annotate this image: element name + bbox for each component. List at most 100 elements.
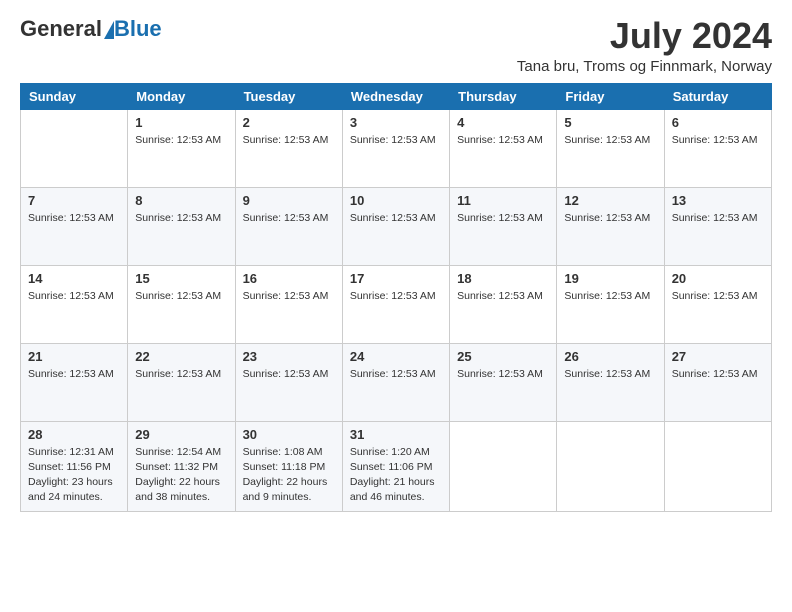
day-info: Sunrise: 12:53 AM [457,367,549,382]
calendar-cell: 7 Sunrise: 12:53 AM [21,187,128,265]
day-info: Sunrise: 12:53 AM [243,367,335,382]
day-info: Sunrise: 12:53 AM [672,289,764,304]
month-year-title: July 2024 [517,16,772,56]
calendar-cell: 2 Sunrise: 12:53 AM [235,109,342,187]
weekday-header-monday: Monday [128,83,235,109]
day-info: Sunrise: 12:53 AM [243,133,335,148]
day-info: Sunrise: 12:53 AM [564,211,656,226]
day-info: Sunrise: 12:53 AM [350,211,442,226]
calendar-cell [664,421,771,511]
calendar-cell [450,421,557,511]
calendar-cell: 30Sunrise: 1:08 AMSunset: 11:18 PMDaylig… [235,421,342,511]
day-info: Sunrise: 12:53 AM [350,133,442,148]
day-number: 26 [564,349,656,364]
calendar-cell: 15Sunrise: 12:53 AM [128,265,235,343]
day-number: 2 [243,115,335,130]
calendar-week-row: 14Sunrise: 12:53 AM15Sunrise: 12:53 AM16… [21,265,772,343]
weekday-header-sunday: Sunday [21,83,128,109]
day-info: Sunrise: 12:53 AM [564,289,656,304]
day-info: Sunrise: 12:53 AM [457,133,549,148]
day-info: Sunrise: 12:31 AMSunset: 11:56 PMDayligh… [28,445,120,506]
day-number: 23 [243,349,335,364]
day-number: 28 [28,427,120,442]
day-number: 6 [672,115,764,130]
day-info: Sunrise: 12:53 AM [28,289,120,304]
day-number: 4 [457,115,549,130]
calendar-cell: 5 Sunrise: 12:53 AM [557,109,664,187]
day-number: 14 [28,271,120,286]
day-info: Sunrise: 12:53 AM [28,367,120,382]
day-number: 1 [135,115,227,130]
calendar-cell: 16Sunrise: 12:53 AM [235,265,342,343]
calendar-week-row: 21Sunrise: 12:53 AM22Sunrise: 12:53 AM23… [21,343,772,421]
calendar-cell: 9Sunrise: 12:53 AM [235,187,342,265]
calendar-cell [557,421,664,511]
day-number: 5 [564,115,656,130]
day-number: 18 [457,271,549,286]
logo-general: General [20,16,102,42]
day-info: Sunrise: 12:53 AM [28,211,120,226]
day-number: 17 [350,271,442,286]
day-number: 29 [135,427,227,442]
calendar-cell: 8 Sunrise: 12:53 AM [128,187,235,265]
title-area: July 2024 Tana bru, Troms og Finnmark, N… [517,16,772,75]
day-info: Sunrise: 12:53 AM [243,289,335,304]
weekday-header-thursday: Thursday [450,83,557,109]
logo-arrow-icon [104,21,114,39]
day-info: Sunrise: 12:54 AMSunset: 11:32 PMDayligh… [135,445,227,506]
day-number: 19 [564,271,656,286]
day-number: 24 [350,349,442,364]
calendar-week-row: 7Sunrise: 12:53 AM8Sunrise: 12:53 AM9Sun… [21,187,772,265]
calendar-cell: 27Sunrise: 12:53 AM [664,343,771,421]
weekday-header-tuesday: Tuesday [235,83,342,109]
calendar-cell: 31Sunrise: 1:20 AMSunset: 11:06 PMDaylig… [342,421,449,511]
calendar-cell: 22 Sunrise: 12:53 AM [128,343,235,421]
calendar-cell: 23 Sunrise: 12:53 AM [235,343,342,421]
calendar-cell: 17 Sunrise: 12:53 AM [342,265,449,343]
logo-blue: Blue [114,16,162,42]
calendar-cell: 4 Sunrise: 12:53 AM [450,109,557,187]
day-info: Sunrise: 1:08 AMSunset: 11:18 PMDaylight… [243,445,335,506]
day-number: 8 [135,193,227,208]
day-info: Sunrise: 12:53 AM [457,211,549,226]
day-number: 21 [28,349,120,364]
weekday-header-wednesday: Wednesday [342,83,449,109]
calendar-cell: 12Sunrise: 12:53 AM [557,187,664,265]
day-info: Sunrise: 12:53 AM [672,133,764,148]
logo: General Blue [20,16,162,42]
day-info: Sunrise: 1:20 AMSunset: 11:06 PMDaylight… [350,445,442,506]
day-info: Sunrise: 12:53 AM [350,289,442,304]
day-info: Sunrise: 12:53 AM [135,133,227,148]
day-number: 9 [243,193,335,208]
day-info: Sunrise: 12:53 AM [135,367,227,382]
day-number: 3 [350,115,442,130]
calendar-cell [21,109,128,187]
day-number: 25 [457,349,549,364]
day-number: 20 [672,271,764,286]
day-info: Sunrise: 12:53 AM [135,211,227,226]
calendar-week-row: 28 Sunrise: 12:31 AMSunset: 11:56 PMDayli… [21,421,772,511]
calendar-cell: 10Sunrise: 12:53 AM [342,187,449,265]
calendar-cell: 29 Sunrise: 12:54 AMSunset: 11:32 PMDayli… [128,421,235,511]
calendar-cell: 18Sunrise: 12:53 AM [450,265,557,343]
calendar-cell: 24 Sunrise: 12:53 AM [342,343,449,421]
day-number: 27 [672,349,764,364]
calendar-cell: 19 Sunrise: 12:53 AM [557,265,664,343]
calendar-cell: 14 Sunrise: 12:53 AM [21,265,128,343]
location-text: Tana bru, Troms og Finnmark, Norway [517,58,772,75]
day-info: Sunrise: 12:53 AM [564,133,656,148]
calendar-cell: 28 Sunrise: 12:31 AMSunset: 11:56 PMDayli… [21,421,128,511]
day-number: 11 [457,193,549,208]
calendar-cell: 25 Sunrise: 12:53 AM [450,343,557,421]
calendar-cell: 6 Sunrise: 12:53 AM [664,109,771,187]
calendar-cell: 21 Sunrise: 12:53 AM [21,343,128,421]
weekday-header-friday: Friday [557,83,664,109]
day-info: Sunrise: 12:53 AM [672,211,764,226]
day-info: Sunrise: 12:53 AM [350,367,442,382]
calendar-cell: 1 Sunrise: 12:53 AM [128,109,235,187]
day-number: 15 [135,271,227,286]
weekday-header-row: SundayMondayTuesdayWednesdayThursdayFrid… [21,83,772,109]
day-number: 22 [135,349,227,364]
day-number: 7 [28,193,120,208]
calendar-cell: 3 Sunrise: 12:53 AM [342,109,449,187]
